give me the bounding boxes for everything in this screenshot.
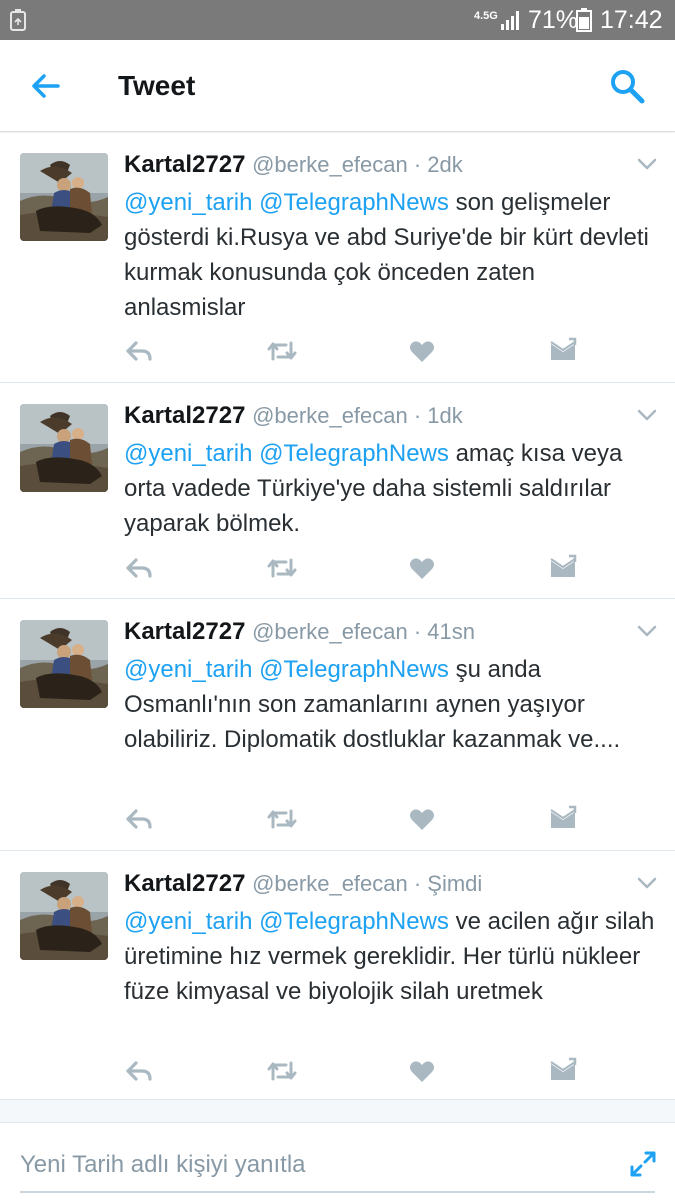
retweet-icon[interactable] [266, 554, 298, 582]
user-name[interactable]: Kartal2727 [124, 151, 245, 178]
reply-icon[interactable] [124, 554, 154, 582]
chevron-down-icon[interactable] [636, 408, 658, 422]
tweet-actions [124, 1057, 584, 1085]
tweet[interactable]: Kartal2727 @berke_efecan · 2dk @yeni_tar… [0, 133, 675, 383]
user-handle-time: @berke_efecan · 1dk [252, 403, 463, 428]
avatar[interactable] [20, 153, 108, 241]
page-title: Tweet [118, 70, 196, 101]
tweet-actions [124, 554, 584, 582]
battery-icon [576, 8, 592, 32]
tweet-text: @yeni_tarih @TelegraphNews ve acilen ağı… [124, 904, 660, 1009]
reply-icon[interactable] [124, 1057, 154, 1085]
chevron-down-icon[interactable] [636, 876, 658, 890]
direct-message-icon[interactable] [548, 554, 578, 582]
tweet-header: Kartal2727 @berke_efecan · Şimdi [124, 870, 482, 898]
mention-link[interactable]: @TelegraphNews [259, 908, 449, 935]
direct-message-icon[interactable] [548, 337, 578, 365]
tweet-actions [124, 805, 584, 833]
avatar[interactable] [20, 872, 108, 960]
tweet-header: Kartal2727 @berke_efecan · 1dk [124, 402, 463, 430]
chevron-down-icon[interactable] [636, 157, 658, 171]
clock: 17:42 [600, 6, 663, 34]
reply-icon[interactable] [124, 337, 154, 365]
tweet-text: @yeni_tarih @TelegraphNews amaç kısa vey… [124, 436, 660, 541]
direct-message-icon[interactable] [548, 1057, 578, 1085]
direct-message-icon[interactable] [548, 805, 578, 833]
tweet[interactable]: Kartal2727 @berke_efecan · 1dk @yeni_tar… [0, 384, 675, 599]
mention-link[interactable]: @TelegraphNews [259, 440, 449, 467]
search-icon[interactable] [608, 67, 646, 105]
reply-bar: Yeni Tarih adlı kişiyi yanıtla [0, 1122, 675, 1200]
arrow-left-icon[interactable] [28, 68, 64, 104]
avatar[interactable] [20, 404, 108, 492]
mention-link[interactable]: @yeni_tarih [124, 908, 252, 935]
tweet[interactable]: Kartal2727 @berke_efecan · 41sn @yeni_ta… [0, 600, 675, 851]
tweet-text: @yeni_tarih @TelegraphNews şu anda Osman… [124, 652, 660, 757]
mention-link[interactable]: @yeni_tarih [124, 440, 252, 467]
retweet-icon[interactable] [266, 805, 298, 833]
user-name[interactable]: Kartal2727 [124, 870, 245, 897]
heart-icon[interactable] [407, 805, 437, 833]
retweet-icon[interactable] [266, 337, 298, 365]
network-type: 4.5G [474, 10, 498, 22]
user-name[interactable]: Kartal2727 [124, 402, 245, 429]
reply-input[interactable]: Yeni Tarih adlı kişiyi yanıtla [20, 1151, 306, 1179]
notification-icon [10, 9, 26, 31]
tweet-header: Kartal2727 @berke_efecan · 2dk [124, 151, 463, 179]
signal-icon [501, 11, 519, 30]
heart-icon[interactable] [407, 1057, 437, 1085]
avatar[interactable] [20, 620, 108, 708]
app-bar: Tweet [0, 40, 675, 132]
tweet[interactable]: Kartal2727 @berke_efecan · Şimdi @yeni_t… [0, 852, 675, 1100]
mention-link[interactable]: @TelegraphNews [259, 656, 449, 683]
user-handle-time: @berke_efecan · 41sn [252, 619, 476, 644]
mention-link[interactable]: @TelegraphNews [259, 189, 449, 216]
divider [0, 1100, 675, 1122]
battery-percent: 71% [528, 6, 579, 34]
heart-icon[interactable] [407, 554, 437, 582]
mention-link[interactable]: @yeni_tarih [124, 656, 252, 683]
user-handle-time: @berke_efecan · 2dk [252, 152, 463, 177]
user-handle-time: @berke_efecan · Şimdi [252, 871, 483, 896]
reply-underline [20, 1191, 655, 1193]
user-name[interactable]: Kartal2727 [124, 618, 245, 645]
tweet-actions [124, 337, 584, 365]
status-bar: 4.5G 71% 17:42 [0, 0, 675, 40]
tweet-header: Kartal2727 @berke_efecan · 41sn [124, 618, 475, 646]
heart-icon[interactable] [407, 337, 437, 365]
retweet-icon[interactable] [266, 1057, 298, 1085]
expand-icon[interactable] [628, 1149, 658, 1179]
chevron-down-icon[interactable] [636, 624, 658, 638]
mention-link[interactable]: @yeni_tarih [124, 189, 252, 216]
reply-icon[interactable] [124, 805, 154, 833]
tweet-text: @yeni_tarih @TelegraphNews son gelişmele… [124, 185, 660, 325]
